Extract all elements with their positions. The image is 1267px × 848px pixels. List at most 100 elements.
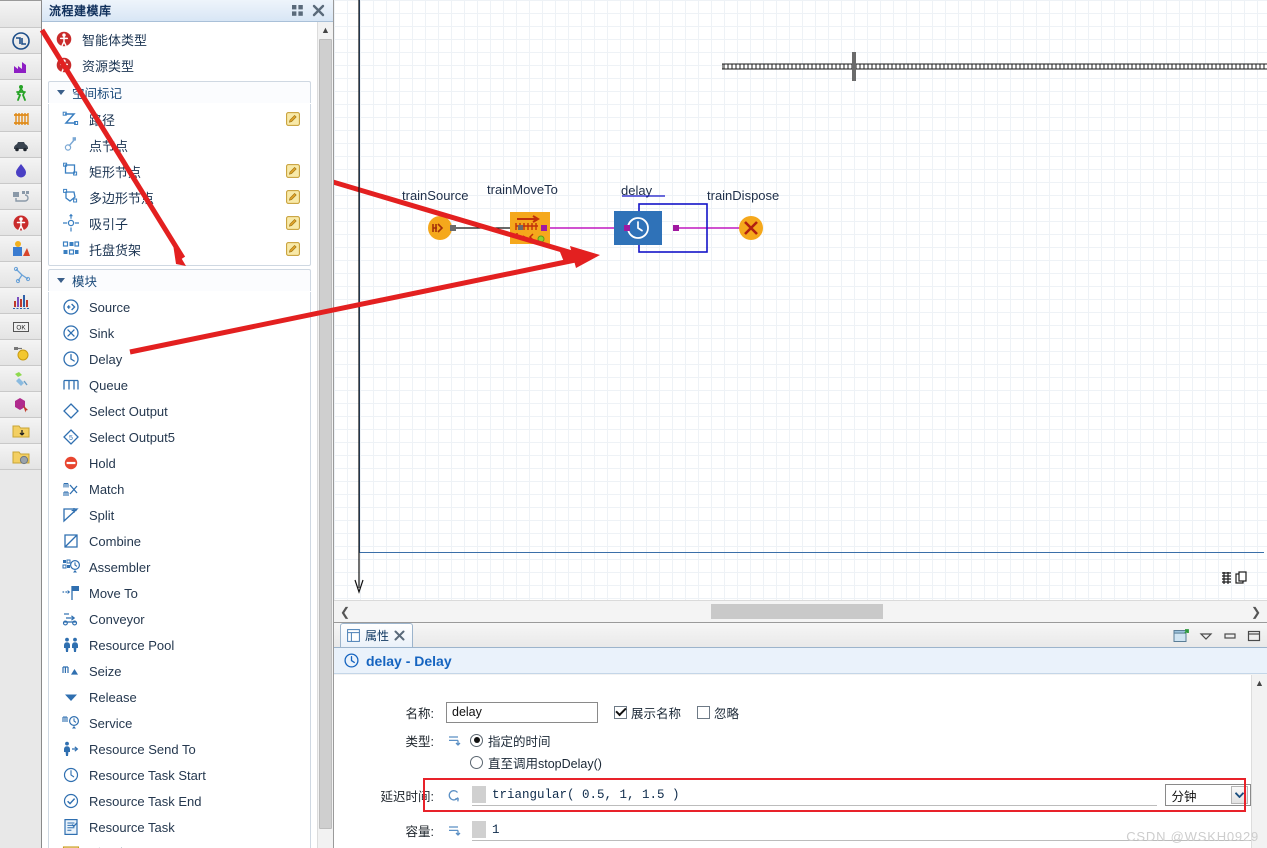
capacity-label: 容量: (405, 824, 434, 839)
library-item-attractor[interactable]: 吸引子 (49, 210, 310, 236)
library-item-source[interactable]: Source (49, 294, 310, 320)
statistics-tool[interactable] (0, 288, 41, 314)
dynamic-value-icon[interactable] (446, 787, 462, 803)
node-traindispose[interactable] (739, 216, 763, 240)
show-name-checkbox[interactable] (614, 705, 627, 719)
library-item-combine[interactable]: Combine (49, 528, 310, 554)
fluid-tool[interactable] (0, 158, 41, 184)
library-item-resource-type[interactable]: 资源类型 (42, 52, 317, 78)
annotation-arrow (334, 179, 589, 262)
process-modeling-tool[interactable] (0, 28, 41, 54)
type-label: 类型: (405, 734, 434, 749)
maximize-icon[interactable] (1247, 630, 1261, 642)
library-item-move-to[interactable]: Move To (49, 580, 310, 606)
library-item-select-output5[interactable]: 5 Select Output5 (49, 424, 310, 450)
field-row-type: 类型: 指定的时间 (334, 729, 1251, 751)
library-item-resource-pool[interactable]: Resource Pool (49, 632, 310, 658)
library-item-label: 矩形节点 (89, 164, 142, 180)
close-icon[interactable] (394, 630, 405, 641)
library-item-resource-task-start[interactable]: Resource Task Start (49, 762, 310, 788)
factory-tool[interactable] (0, 54, 41, 80)
ok-controls-tool[interactable]: OK (0, 314, 41, 340)
restore-icon[interactable] (291, 4, 304, 17)
scroll-up-icon[interactable]: ▲ (1252, 675, 1267, 691)
edit-pencil-icon[interactable] (286, 242, 300, 256)
folder-export-tool[interactable] (0, 418, 41, 444)
library-group-spatial-markup[interactable]: 空间标记 (48, 81, 311, 103)
library-item-delay[interactable]: Delay (49, 346, 310, 372)
static-value-icon[interactable] (446, 822, 462, 838)
library-item-conveyor[interactable]: Conveyor (49, 606, 310, 632)
material-handling-tool[interactable] (0, 184, 41, 210)
static-value-icon[interactable] (446, 732, 462, 748)
edit-pencil-icon[interactable] (286, 112, 300, 126)
library-item-queue[interactable]: Queue (49, 372, 310, 398)
library-item-resource-task[interactable]: Resource Task (49, 814, 310, 840)
delay-time-expression-input[interactable]: triangular( 0.5, 1, 1.5 ) (472, 785, 1157, 806)
canvas-horizontal-scrollbar[interactable]: ❮ ❯ (334, 600, 1267, 622)
library-item-assembler[interactable]: Assembler (49, 554, 310, 580)
process-modeling-icon (11, 31, 30, 50)
edit-pencil-icon[interactable] (286, 216, 300, 230)
model-canvas[interactable]: trainSource trainMoveTo delay trainDispo… (334, 0, 1267, 622)
pedestrian-tool[interactable] (0, 80, 41, 106)
library-item-pallet-rack[interactable]: 托盘货架 (49, 236, 310, 262)
agent-tool[interactable] (0, 210, 41, 236)
library-item-label: Resource Pool (89, 637, 175, 653)
hold-icon (64, 456, 78, 470)
type-radio-until-stopdelay[interactable] (470, 755, 483, 769)
library-group-blocks[interactable]: 模块 (48, 269, 311, 291)
menu-chevron-down-icon[interactable] (1199, 631, 1213, 641)
tab-properties[interactable]: 属性 (340, 623, 414, 647)
presentation-tool[interactable] (0, 236, 41, 262)
library-item-schedule[interactable]: 时间表 (49, 840, 310, 848)
blank-tool[interactable] (0, 1, 41, 28)
library-scroll-thumb[interactable] (319, 39, 332, 829)
library-item-resource-send-to[interactable]: Resource Send To (49, 736, 310, 762)
rail-tool[interactable] (0, 106, 41, 132)
seize-icon (62, 666, 78, 675)
edit-pencil-icon[interactable] (286, 164, 300, 178)
library-item-hold[interactable]: Hold (49, 450, 310, 476)
library-item-polygon-node[interactable]: 多边形节点 (49, 184, 310, 210)
analysis-tool[interactable] (0, 340, 41, 366)
name-input[interactable]: delay (446, 701, 598, 723)
layers-icon[interactable] (1221, 571, 1253, 587)
expression-gutter (472, 821, 486, 838)
library-item-rect-node[interactable]: 矩形节点 (49, 158, 310, 184)
hscroll-trough[interactable] (356, 601, 1245, 623)
edit-pencil-icon[interactable] (286, 190, 300, 204)
library-item-point-node[interactable]: 点节点 (49, 132, 310, 158)
connector-tool[interactable] (0, 262, 41, 288)
library-item-path[interactable]: 路径 (49, 106, 310, 132)
scroll-right-icon[interactable]: ❯ (1245, 605, 1267, 619)
minimize-icon[interactable] (1223, 631, 1237, 641)
library-item-service[interactable]: Service (49, 710, 310, 736)
scroll-up-icon[interactable]: ▲ (318, 22, 333, 38)
chevron-down-icon[interactable] (1231, 786, 1248, 804)
properties-form: ▲ 名称: delay 展示名称 忽略 类型: 指定的时间 直至调用stopDe… (334, 675, 1267, 848)
folder-object-tool[interactable] (0, 444, 41, 470)
ignore-checkbox[interactable] (697, 705, 711, 719)
library-item-split[interactable]: Split (49, 502, 310, 528)
library-scrollbar[interactable]: ▲ (317, 22, 333, 848)
3d-object-tool[interactable] (0, 392, 41, 418)
library-item-agent-type[interactable]: 智能体类型 (42, 26, 317, 52)
library-item-release[interactable]: Release (49, 684, 310, 710)
pin-view-icon[interactable] (1173, 628, 1189, 644)
library-item-select-output[interactable]: Select Output (49, 398, 310, 424)
hscroll-thumb[interactable] (711, 603, 883, 619)
delay-time-unit-select[interactable]: 分钟 (1164, 784, 1251, 806)
library-item-label: Split (89, 507, 115, 523)
library-item-match[interactable]: Match (49, 476, 310, 502)
type-radio-specified-time[interactable] (470, 733, 483, 747)
node-delay[interactable] (614, 195, 708, 253)
library-item-resource-task-end[interactable]: Resource Task End (49, 788, 310, 814)
properties-scrollbar[interactable]: ▲ (1251, 675, 1267, 848)
library-item-sink[interactable]: Sink (49, 320, 310, 346)
close-icon[interactable] (312, 4, 325, 17)
road-traffic-tool[interactable] (0, 132, 41, 158)
scroll-left-icon[interactable]: ❮ (334, 605, 356, 619)
paint-tool[interactable] (0, 366, 41, 392)
library-item-seize[interactable]: Seize (49, 658, 310, 684)
